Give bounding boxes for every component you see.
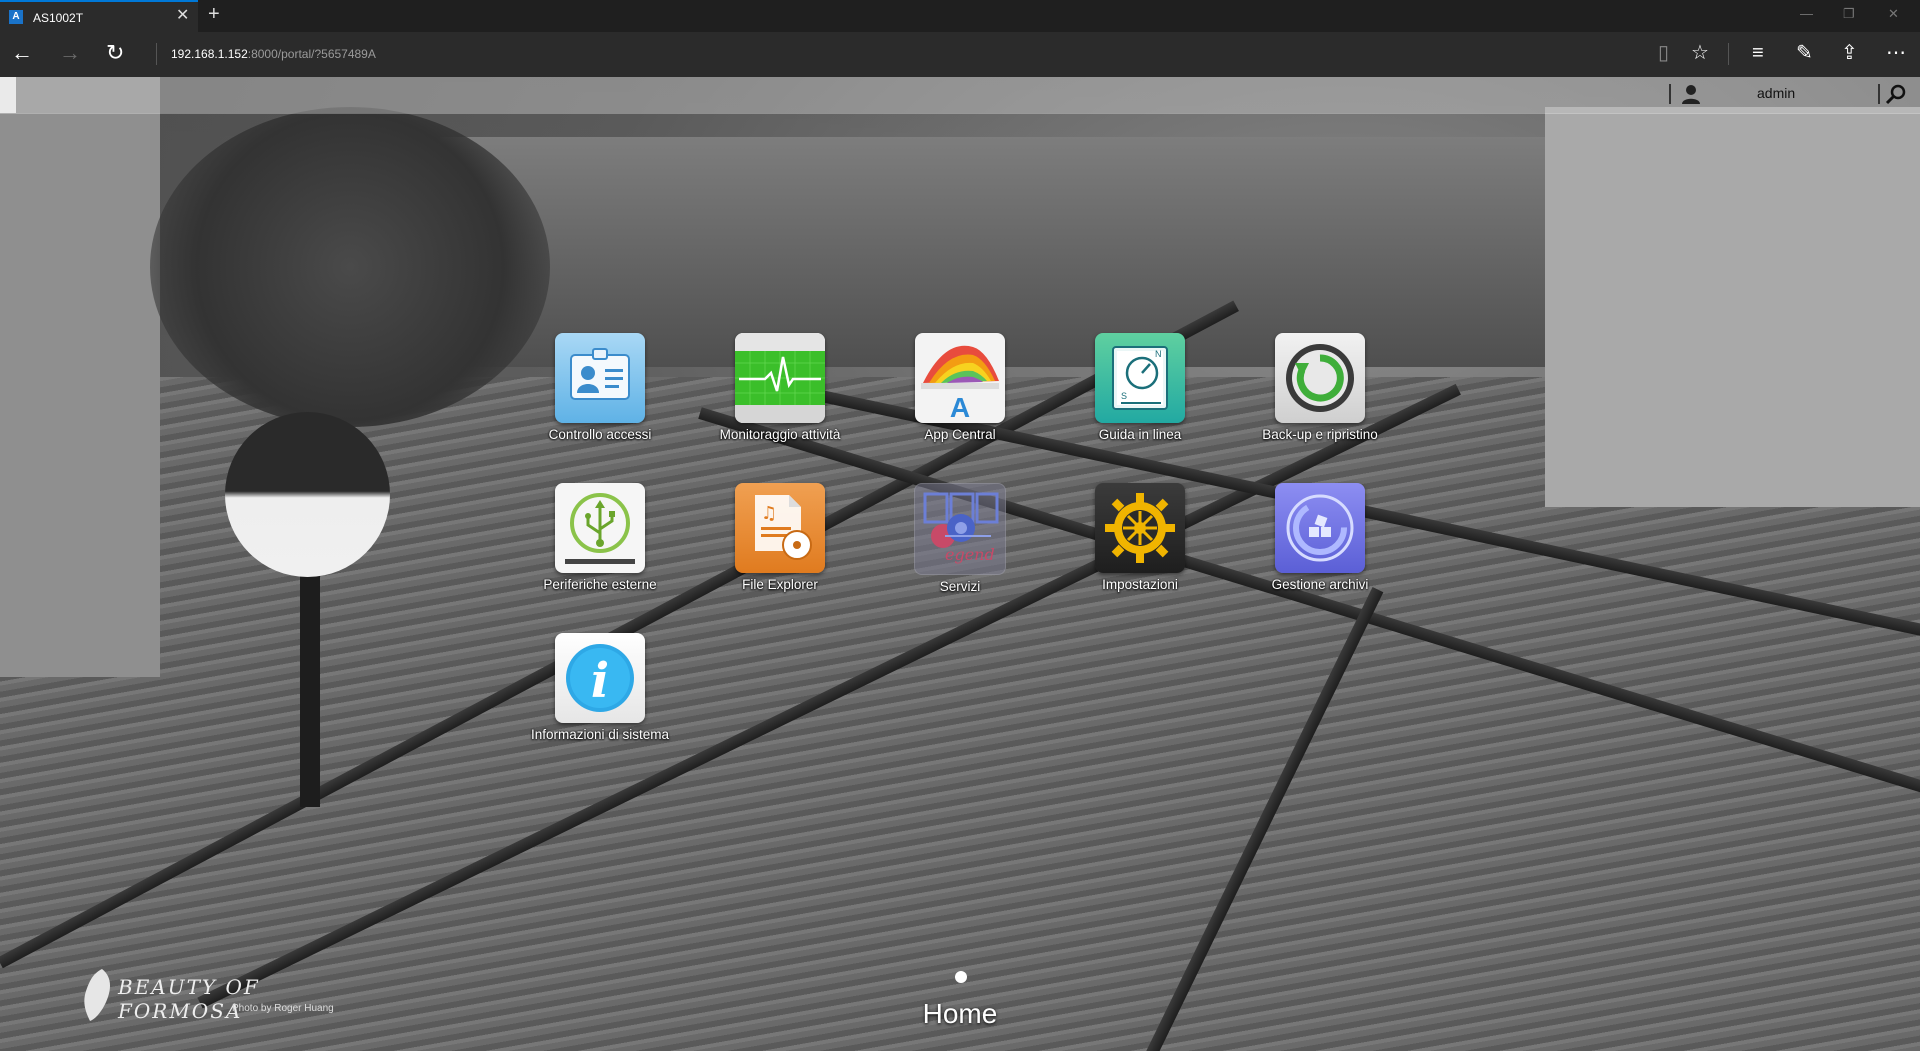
app-storage-manager[interactable]: Gestione archivi <box>1230 483 1410 593</box>
svg-text:A: A <box>950 392 970 423</box>
app-label: Impostazioni <box>1102 577 1178 592</box>
access-control-icon <box>555 333 645 423</box>
toolbar-separator <box>1728 43 1729 65</box>
watermark-title: BEAUTY OF FORMOSA <box>118 975 260 1023</box>
app-label: Controllo accessi <box>548 427 652 442</box>
signal-disc <box>225 412 390 577</box>
app-label: Gestione archivi <box>1271 577 1369 592</box>
app-backup-restore[interactable]: Back-up e ripristino <box>1230 333 1410 443</box>
app-label: Monitoraggio attività <box>719 427 841 442</box>
system-info-icon: i <box>555 633 645 723</box>
services-icon: egend <box>914 483 1006 575</box>
app-label: Guida in linea <box>1098 427 1182 442</box>
portal-desktop: admin Controllo accessi Monitoraggio att… <box>0 77 1920 1051</box>
app-activity-monitor[interactable]: Monitoraggio attività <box>690 333 870 443</box>
user-icon[interactable] <box>1680 83 1702 105</box>
app-label: Servizi <box>939 579 981 594</box>
app-central-icon: A <box>915 333 1005 423</box>
address-bar: ← → ↻ 192.168.1.152:8000/portal/?5657489… <box>0 32 1920 77</box>
external-devices-icon <box>555 483 645 573</box>
app-label: Informazioni di sistema <box>530 727 670 742</box>
hub-icon[interactable]: ≡ <box>1752 42 1764 64</box>
portal-bar-separator <box>1878 84 1880 104</box>
close-window-icon[interactable]: ✕ <box>1888 6 1899 22</box>
settings-icon <box>1095 483 1185 573</box>
app-access-control[interactable]: Controllo accessi <box>510 333 690 443</box>
share-icon[interactable]: ⇪ <box>1841 42 1858 64</box>
asustor-favicon-icon: A <box>9 10 23 24</box>
app-external-devices[interactable]: Periferiche esterne <box>510 483 690 593</box>
watermark-credit: Photo by Roger Huang <box>232 1003 334 1014</box>
svg-text:egend: egend <box>945 545 995 564</box>
taiwan-island-icon <box>84 969 110 1021</box>
file-explorer-icon: ♫ <box>735 483 825 573</box>
close-tab-icon[interactable]: ✕ <box>176 8 189 24</box>
portal-bar-edge <box>0 77 16 113</box>
username-label[interactable]: admin <box>1757 85 1795 101</box>
app-system-info[interactable]: i Informazioni di sistema <box>510 633 690 743</box>
svg-text:N: N <box>1155 349 1162 359</box>
tab-title: AS1002T <box>33 11 84 25</box>
back-arrow-icon[interactable]: ← <box>11 41 33 65</box>
photo-watermark: BEAUTY OF FORMOSA Photo by Roger Huang <box>80 967 370 1027</box>
background-foliage <box>150 107 550 427</box>
refresh-icon[interactable]: ↻ <box>106 41 124 65</box>
activity-monitor-icon <box>735 333 825 423</box>
more-options-icon[interactable]: ⋯ <box>1886 42 1906 64</box>
url-path: :8000/portal/?5657489A <box>247 47 376 61</box>
background-wall <box>0 77 160 677</box>
web-note-icon[interactable]: ✎ <box>1796 42 1813 64</box>
app-app-central[interactable]: A App Central <box>870 333 1050 443</box>
app-file-explorer[interactable]: ♫ File Explorer <box>690 483 870 593</box>
storage-manager-icon <box>1275 483 1365 573</box>
online-help-icon: N S <box>1095 333 1185 423</box>
minimize-icon[interactable]: — <box>1800 6 1813 21</box>
reading-view-icon[interactable]: ▯ <box>1658 42 1669 64</box>
svg-text:i: i <box>591 653 609 709</box>
svg-text:S: S <box>1121 391 1127 401</box>
app-label: Periferiche esterne <box>543 577 657 592</box>
url-host: 192.168.1.152 <box>171 47 248 61</box>
app-label: File Explorer <box>742 577 818 592</box>
app-label: App Central <box>924 427 996 442</box>
portal-bar-separator <box>1669 84 1671 104</box>
url-field[interactable]: 192.168.1.152:8000/portal/?5657489A <box>171 47 376 61</box>
new-tab-icon[interactable]: + <box>208 4 220 24</box>
favorite-star-icon[interactable]: ☆ <box>1691 42 1709 64</box>
app-settings[interactable]: Impostazioni <box>1050 483 1230 593</box>
search-icon[interactable] <box>1885 83 1907 105</box>
app-online-help[interactable]: N S Guida in linea <box>1050 333 1230 443</box>
backup-restore-icon <box>1275 333 1365 423</box>
portal-top-bar: admin <box>0 77 1920 113</box>
address-separator <box>156 43 157 65</box>
app-services[interactable]: egend Servizi <box>870 483 1050 595</box>
browser-tab[interactable]: A AS1002T ✕ <box>0 0 198 32</box>
page-indicator-dot[interactable] <box>955 971 967 983</box>
signal-pole <box>300 557 320 807</box>
forward-arrow-icon[interactable]: → <box>59 41 81 65</box>
app-label: Back-up e ripristino <box>1262 427 1378 442</box>
restore-icon[interactable]: ❐ <box>1843 6 1855 22</box>
background-building <box>1545 107 1920 507</box>
page-title: Home <box>922 998 998 1029</box>
svg-text:♫: ♫ <box>761 503 777 524</box>
browser-tab-bar: A AS1002T ✕ + — ❐ ✕ <box>0 0 1920 32</box>
